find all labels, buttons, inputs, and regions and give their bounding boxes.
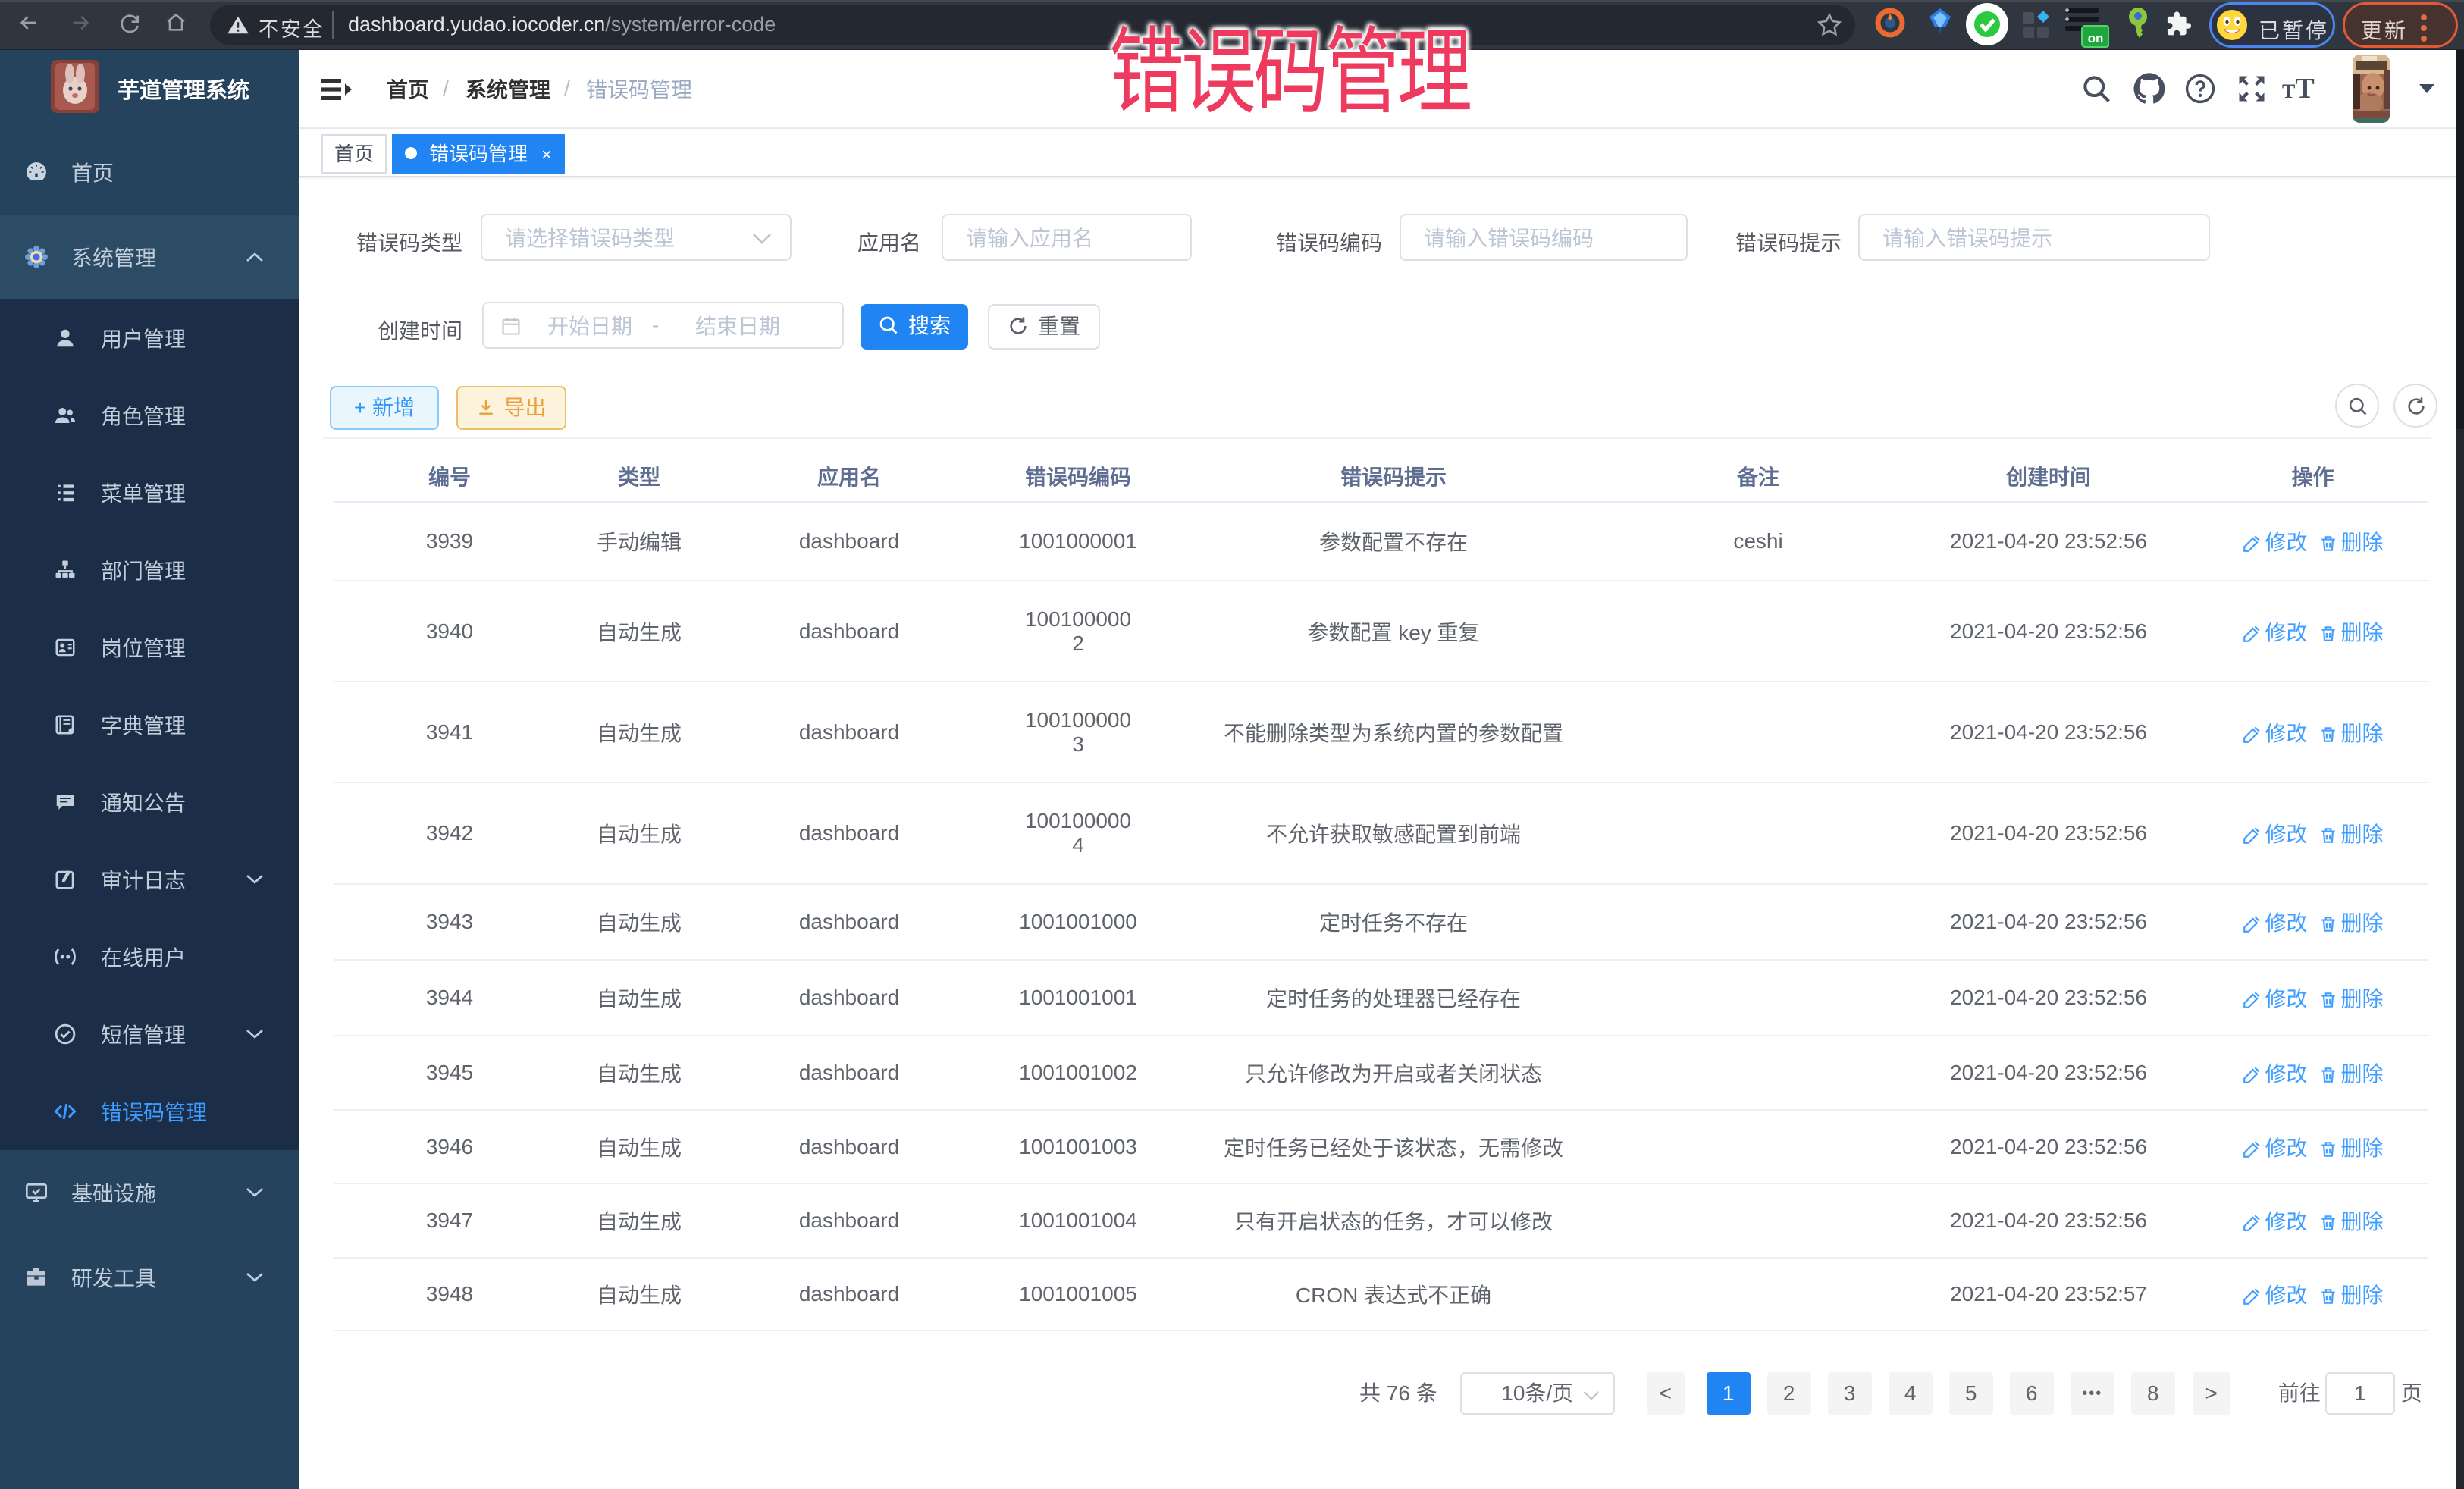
svg-text:on: on xyxy=(2088,31,2104,45)
